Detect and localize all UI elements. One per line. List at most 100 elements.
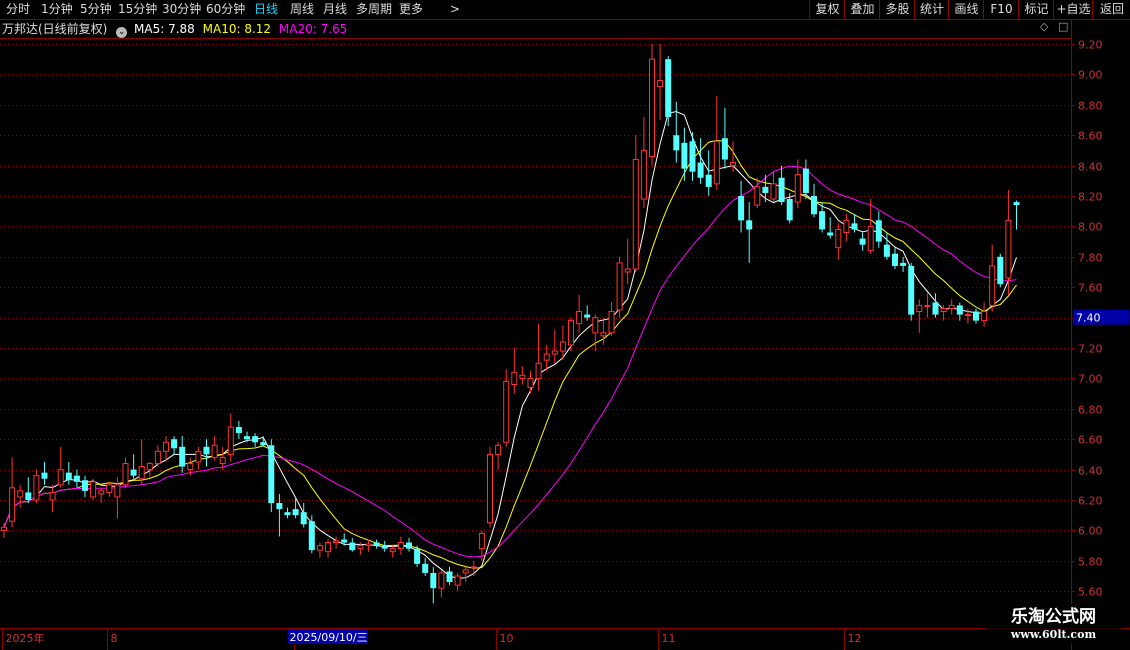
candle[interactable] [397, 536, 404, 555]
candle[interactable] [381, 541, 388, 552]
candle[interactable] [349, 538, 356, 552]
candle[interactable] [41, 462, 48, 485]
candle[interactable] [811, 183, 817, 218]
candle[interactable] [956, 302, 963, 321]
candle[interactable] [1005, 189, 1012, 295]
candle[interactable] [981, 302, 988, 327]
candle[interactable] [438, 569, 445, 598]
candle[interactable] [600, 317, 607, 345]
tab-3[interactable]: 15分钟 [118, 1, 157, 17]
candle[interactable] [49, 484, 56, 513]
candle[interactable] [333, 536, 340, 549]
candle[interactable] [746, 202, 753, 263]
candle[interactable] [640, 116, 647, 209]
candle[interactable] [535, 323, 542, 391]
candle[interactable] [138, 439, 145, 485]
candle[interactable] [422, 557, 429, 576]
candle[interactable] [179, 436, 186, 473]
candle[interactable] [916, 299, 923, 333]
candle[interactable] [98, 487, 105, 504]
candle[interactable] [867, 199, 874, 254]
candle[interactable] [705, 150, 712, 196]
candle[interactable] [689, 132, 696, 181]
candle[interactable] [973, 308, 979, 324]
candle[interactable] [57, 446, 64, 488]
candle[interactable] [284, 507, 291, 519]
candle[interactable] [932, 293, 939, 318]
candle[interactable] [835, 223, 842, 260]
candle[interactable] [632, 135, 639, 272]
toolbar-button-1[interactable]: 叠加 [844, 0, 880, 19]
candle[interactable] [9, 457, 16, 528]
candle[interactable] [592, 314, 599, 352]
candle[interactable] [203, 439, 210, 467]
candles[interactable] [1, 44, 1020, 604]
toolbar-button-6[interactable]: 标记 [1018, 0, 1054, 19]
toolbar-button-5[interactable]: F10 [983, 0, 1019, 19]
candle[interactable] [252, 433, 259, 447]
tab-0[interactable]: 分时 [6, 1, 30, 17]
candle[interactable] [883, 232, 890, 260]
candle[interactable] [738, 180, 745, 233]
candle[interactable] [195, 446, 202, 470]
candle[interactable] [276, 493, 283, 537]
candle[interactable] [17, 484, 24, 508]
tab-5[interactable]: 60分钟 [206, 1, 245, 17]
candle[interactable] [997, 253, 1004, 288]
candle[interactable] [989, 244, 996, 312]
candle[interactable] [495, 442, 502, 470]
candle[interactable] [1013, 200, 1020, 230]
candle[interactable] [462, 566, 469, 583]
candle[interactable] [827, 217, 834, 239]
candle[interactable] [778, 165, 785, 206]
candle[interactable] [154, 445, 161, 467]
candle[interactable] [171, 436, 178, 455]
candle[interactable] [511, 348, 518, 394]
more-arrow-icon[interactable]: > [450, 1, 460, 17]
candle[interactable] [82, 475, 88, 497]
candle[interactable] [762, 174, 769, 203]
candle[interactable] [584, 305, 591, 321]
candle[interactable] [122, 457, 129, 488]
tab-10[interactable]: 更多 [399, 1, 423, 17]
candle[interactable] [616, 256, 623, 318]
tab-4[interactable]: 30分钟 [162, 1, 201, 17]
candle[interactable] [389, 545, 396, 558]
tab-1[interactable]: 1分钟 [41, 1, 73, 17]
candle[interactable] [300, 503, 307, 528]
candle[interactable] [657, 44, 664, 120]
candle[interactable] [235, 420, 242, 440]
square-icon[interactable]: □ [1058, 20, 1068, 33]
diamond-icon[interactable]: ◇ [1040, 20, 1048, 33]
toolbar-button-8[interactable]: 返回 [1092, 0, 1130, 19]
candle[interactable] [268, 439, 275, 513]
candle[interactable] [25, 477, 32, 504]
candle[interactable] [649, 44, 655, 166]
candle[interactable] [65, 462, 72, 485]
candle[interactable] [681, 127, 688, 181]
candle[interactable] [373, 539, 380, 549]
candle[interactable] [900, 256, 907, 272]
candle[interactable] [446, 566, 453, 586]
candle[interactable] [721, 107, 728, 169]
candle[interactable] [608, 302, 615, 336]
candle[interactable] [73, 469, 80, 488]
candle[interactable] [325, 539, 331, 558]
toolbar-button-7[interactable]: +自选 [1053, 0, 1093, 19]
candle[interactable] [843, 214, 850, 242]
candle[interactable] [624, 238, 631, 285]
candle[interactable] [802, 159, 809, 200]
toolbar-button-0[interactable]: 复权 [809, 0, 845, 19]
candle[interactable] [316, 542, 323, 558]
candle[interactable] [406, 538, 412, 552]
candle[interactable] [519, 366, 526, 385]
candle[interactable] [33, 469, 40, 504]
candle[interactable] [430, 566, 437, 604]
toolbar-button-2[interactable]: 多股 [879, 0, 915, 19]
toolbar-button-3[interactable]: 统计 [914, 0, 949, 19]
candle[interactable] [487, 446, 493, 528]
tab-8[interactable]: 月线 [323, 1, 347, 17]
candle[interactable] [227, 413, 234, 462]
candle[interactable] [713, 95, 720, 190]
tab-2[interactable]: 5分钟 [80, 1, 112, 17]
